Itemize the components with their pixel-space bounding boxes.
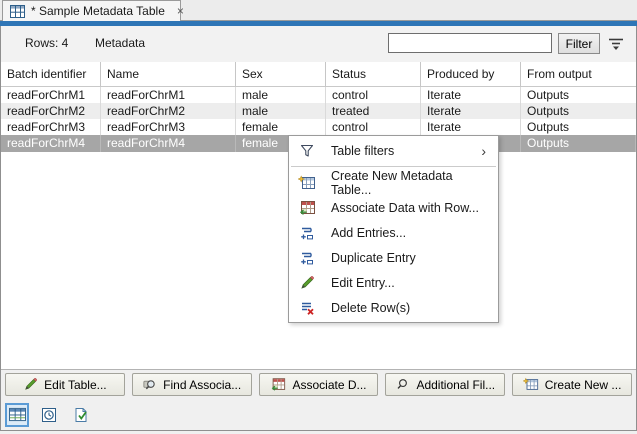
menu-item-add-entries[interactable]: Add Entries... [289,220,498,245]
filter-input[interactable] [388,33,552,53]
menu-item-table-filters[interactable]: Table filters › [289,138,498,163]
menu-item-label: Delete Row(s) [331,301,410,315]
advanced-filter-icon[interactable] [605,35,627,53]
view-mode-label: Metadata [95,36,145,50]
table-header-row: Batch identifier Name Sex Status Produce… [1,62,636,87]
create-new-table-button[interactable]: Create New ... [512,373,632,396]
associate-data-button[interactable]: Associate D... [259,373,379,396]
additional-filtering-button[interactable]: Additional Fil... [385,373,505,396]
context-menu: Table filters › Create New Metadata Tabl… [288,135,499,323]
cell: Outputs [521,103,636,119]
find-magnifier-icon [142,377,157,392]
duplicate-entry-icon [298,249,316,266]
metadata-table-window: * Sample Metadata Table × Rows: 4 Metada… [0,0,637,434]
column-header-from-output[interactable]: From output [521,62,636,87]
table-row[interactable]: readForChrM2 readForChrM2 male treated I… [1,103,636,119]
filter-button[interactable]: Filter [558,33,600,54]
menu-item-label: Table filters [331,144,394,158]
button-label: Associate D... [292,378,366,392]
element-info-icon[interactable] [69,403,93,427]
cell: female [236,119,326,135]
cell: Iterate [421,87,521,103]
button-label: Edit Table... [44,378,106,392]
table-row[interactable]: readForChrM3 readForChrM3 female control… [1,119,636,135]
cell: readForChrM4 [101,135,236,152]
table-row[interactable]: readForChrM1 readForChrM1 male control I… [1,87,636,103]
menu-separator [291,166,496,167]
tab-sample-metadata-table[interactable]: * Sample Metadata Table × [2,0,181,21]
cell: readForChrM2 [101,103,236,119]
tab-title: * Sample Metadata Table [31,4,165,18]
cell: Iterate [421,103,521,119]
magnifier-icon [395,377,410,392]
menu-item-edit-entry[interactable]: Edit Entry... [289,270,498,295]
column-header-status[interactable]: Status [326,62,421,87]
edit-pencil-icon [23,377,38,392]
cell: male [236,103,326,119]
create-table-icon [298,174,316,191]
find-associated-button[interactable]: Find Associa... [132,373,252,396]
cell: readForChrM3 [1,119,101,135]
cell: Outputs [521,87,636,103]
table-toolbar: Rows: 4 Metadata Filter [1,26,636,62]
column-header-name[interactable]: Name [101,62,236,87]
column-header-produced-by[interactable]: Produced by [421,62,521,87]
menu-item-associate-data-with-row[interactable]: Associate Data with Row... [289,195,498,220]
edit-pencil-icon [298,274,316,291]
menu-item-label: Edit Entry... [331,276,395,290]
menu-item-delete-rows[interactable]: Delete Row(s) [289,295,498,320]
submenu-arrow-icon: › [481,144,486,158]
action-button-bar: Edit Table... Find Associa... [1,369,636,399]
history-icon[interactable] [37,403,61,427]
associate-data-icon [270,377,286,392]
cell: treated [326,103,421,119]
create-table-icon [523,377,539,392]
cell: readForChrM2 [1,103,101,119]
close-icon[interactable]: × [177,5,184,17]
button-label: Additional Fil... [416,378,495,392]
cell: readForChrM4 [1,135,101,152]
menu-item-label: Create New Metadata Table... [331,169,486,197]
edit-table-button[interactable]: Edit Table... [5,373,125,396]
column-header-batch-identifier[interactable]: Batch identifier [1,62,101,87]
cell: readForChrM1 [1,87,101,103]
cell: Outputs [521,135,636,152]
filter-funnel-icon [298,142,316,159]
menu-item-create-new-metadata-table[interactable]: Create New Metadata Table... [289,170,498,195]
button-label: Find Associa... [163,378,241,392]
table-icon [10,5,25,18]
menu-item-label: Duplicate Entry [331,251,416,265]
menu-item-label: Associate Data with Row... [331,201,479,215]
cell: control [326,119,421,135]
add-entries-icon [298,224,316,241]
cell: readForChrM1 [101,87,236,103]
column-header-sex[interactable]: Sex [236,62,326,87]
row-count-label: Rows: 4 [25,36,68,50]
tab-bar: * Sample Metadata Table × [0,0,637,21]
view-switch-bar [1,399,636,430]
menu-item-duplicate-entry[interactable]: Duplicate Entry [289,245,498,270]
associate-data-icon [298,199,316,216]
cell: male [236,87,326,103]
button-label: Create New ... [545,378,622,392]
cell: Outputs [521,119,636,135]
table-view-icon[interactable] [5,403,29,427]
menu-item-label: Add Entries... [331,226,406,240]
delete-rows-icon [298,299,316,316]
cell: control [326,87,421,103]
cell: readForChrM3 [101,119,236,135]
cell: Iterate [421,119,521,135]
